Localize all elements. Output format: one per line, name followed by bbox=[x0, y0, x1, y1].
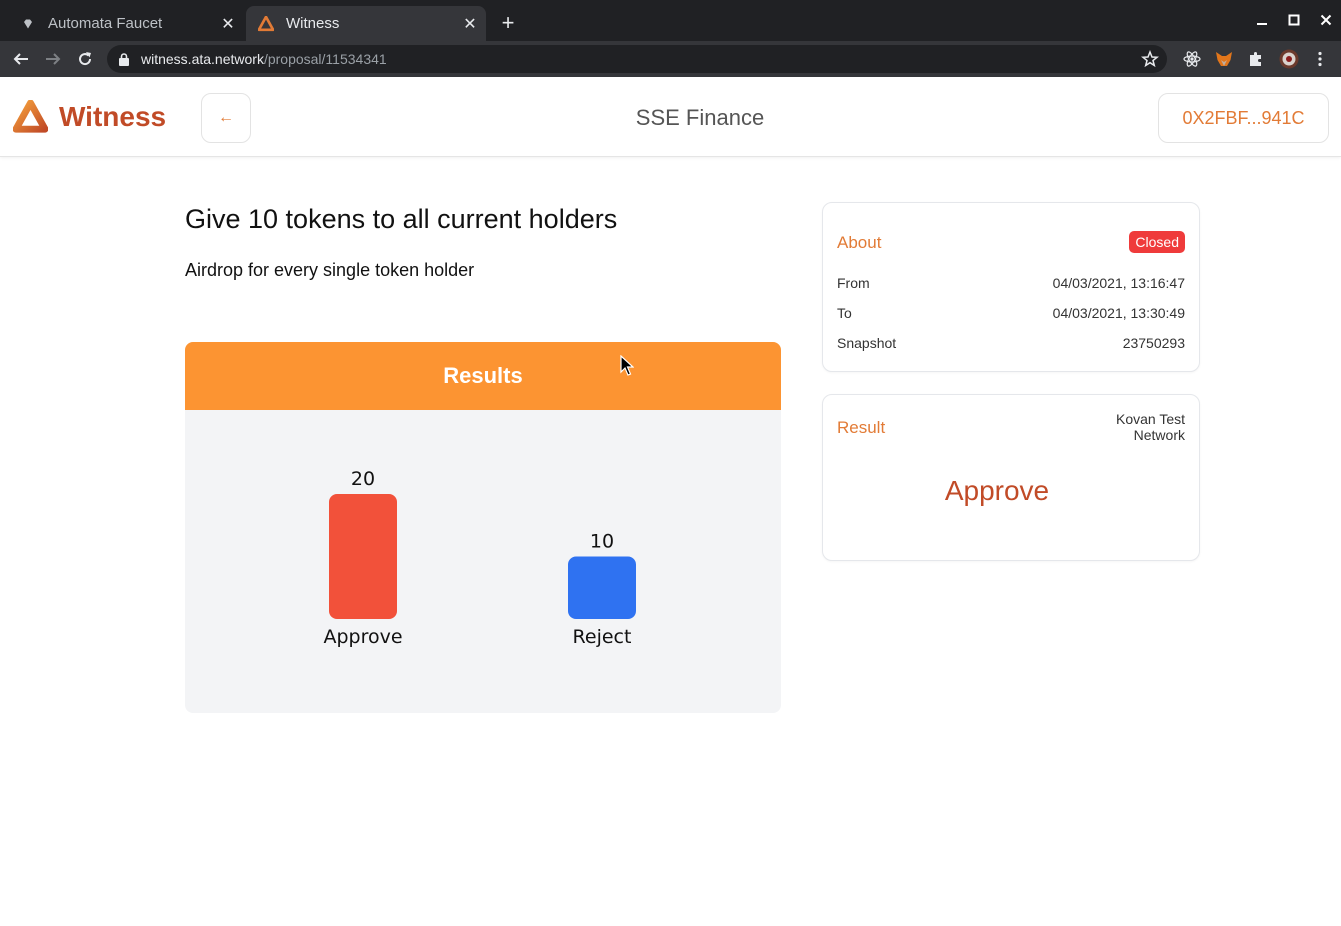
forward-arrow-icon[interactable] bbox=[41, 47, 65, 71]
result-title: Result bbox=[837, 418, 886, 437]
browser-menu-icon[interactable] bbox=[1311, 50, 1329, 68]
tab-title: Automata Faucet bbox=[48, 15, 163, 32]
bar-category-label: Reject bbox=[573, 626, 632, 648]
arrow-left-icon: ← bbox=[218, 109, 234, 126]
about-card: About Closed From 04/03/2021, 13:16:47 T… bbox=[822, 202, 1200, 372]
diamond-icon bbox=[20, 16, 36, 32]
about-title: About bbox=[837, 233, 882, 252]
row-label: To bbox=[837, 305, 852, 321]
status-badge: Closed bbox=[1129, 231, 1185, 253]
row-value: 23750293 bbox=[1122, 335, 1185, 351]
witness-favicon-icon bbox=[258, 15, 274, 32]
proposal-description: Airdrop for every single token holder bbox=[185, 260, 475, 280]
bar-value-label: 10 bbox=[590, 531, 614, 553]
brand-name[interactable]: Witness bbox=[59, 101, 166, 133]
row-value: 04/03/2021, 13:16:47 bbox=[1052, 275, 1185, 291]
bar-approve bbox=[329, 494, 397, 619]
minimize-icon[interactable] bbox=[1250, 8, 1274, 32]
browser-tab-witness[interactable]: Witness ✕ bbox=[246, 6, 486, 41]
new-tab-plus-icon[interactable]: + bbox=[496, 11, 520, 35]
lock-icon bbox=[119, 52, 131, 66]
row-label: Snapshot bbox=[837, 335, 897, 351]
about-row-to: To 04/03/2021, 13:30:49 bbox=[837, 305, 1185, 321]
window-close-icon[interactable] bbox=[1314, 8, 1338, 32]
url-host: witness.ata.network bbox=[141, 51, 264, 67]
wallet-address-button[interactable]: 0X2FBF...941C bbox=[1158, 93, 1329, 143]
result-card: Result Kovan Test Network Approve bbox=[822, 394, 1200, 561]
react-devtools-icon[interactable] bbox=[1183, 50, 1201, 68]
bar-category-label: Approve bbox=[323, 626, 402, 648]
close-icon[interactable]: ✕ bbox=[460, 14, 480, 34]
url-path: /proposal/11534341 bbox=[263, 51, 387, 67]
url-text: witness.ata.network/proposal/11534341 bbox=[141, 51, 387, 67]
results-heading: Results bbox=[185, 342, 781, 410]
row-label: From bbox=[837, 275, 870, 291]
bookmark-star-icon[interactable] bbox=[1141, 49, 1159, 68]
address-bar[interactable]: witness.ata.network/proposal/11534341 bbox=[107, 45, 1167, 73]
proposal-title: Give 10 tokens to all current holders bbox=[185, 204, 618, 234]
mouse-cursor-icon bbox=[620, 355, 634, 376]
tab-title: Witness bbox=[286, 15, 340, 32]
app-header: Witness ← SSE Finance 0X2FBF...941C bbox=[0, 77, 1341, 157]
bar-reject bbox=[568, 556, 636, 619]
close-icon[interactable]: ✕ bbox=[218, 14, 238, 34]
reload-icon[interactable] bbox=[73, 47, 97, 71]
space-name: SSE Finance bbox=[635, 105, 765, 130]
browser-tabstrip: Automata Faucet ✕ Witness ✕ + bbox=[0, 0, 1341, 41]
winning-choice: Approve bbox=[944, 475, 1050, 506]
about-row-snapshot: Snapshot 23750293 bbox=[837, 335, 1185, 351]
network-name: Kovan Test Network bbox=[1115, 411, 1185, 443]
about-row-from: From 04/03/2021, 13:16:47 bbox=[837, 275, 1185, 291]
results-bar-chart: 20 Approve 10 Reject bbox=[323, 468, 636, 648]
browser-toolbar: witness.ata.network/proposal/11534341 bbox=[0, 41, 1341, 77]
extensions-puzzle-icon[interactable] bbox=[1247, 50, 1265, 68]
maximize-icon[interactable] bbox=[1282, 8, 1306, 32]
profile-avatar-icon[interactable] bbox=[1279, 49, 1299, 69]
browser-tab-automata-faucet[interactable]: Automata Faucet ✕ bbox=[8, 6, 244, 41]
results-panel: Results 20 Approve 10 Reject bbox=[185, 342, 781, 713]
back-arrow-icon[interactable] bbox=[9, 47, 33, 71]
back-button[interactable]: ← bbox=[201, 93, 251, 143]
metamask-fox-icon[interactable] bbox=[1215, 50, 1233, 68]
row-value: 04/03/2021, 13:30:49 bbox=[1052, 305, 1185, 321]
witness-logo-icon[interactable] bbox=[12, 99, 49, 135]
bar-value-label: 20 bbox=[351, 468, 375, 490]
